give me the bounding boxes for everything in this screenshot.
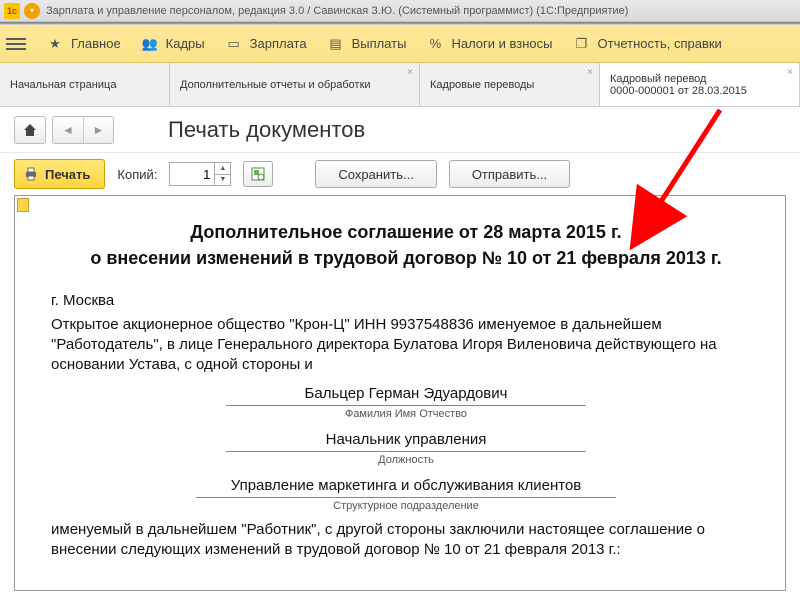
close-icon[interactable]: × bbox=[407, 67, 413, 78]
doc-position: Начальник управления bbox=[51, 430, 761, 450]
doc-position-label: Должность bbox=[226, 451, 586, 468]
doc-department: Управление маркетинга и обслуживания кли… bbox=[51, 476, 761, 496]
menu-kadry[interactable]: 👥Кадры bbox=[141, 36, 205, 52]
doc-fio: Бальцер Герман Эдуардович bbox=[51, 384, 761, 404]
dropdown-icon[interactable]: ▾ bbox=[24, 3, 40, 19]
doc-paragraph-2: именуемый в дальнейшем "Работник", с дру… bbox=[51, 520, 761, 561]
row-marker-icon bbox=[17, 198, 29, 212]
tab-transfers[interactable]: Кадровые переводы× bbox=[420, 63, 600, 106]
copies-label: Копий: bbox=[117, 167, 157, 182]
doc-department-label: Структурное подразделение bbox=[196, 497, 616, 514]
preview-button[interactable] bbox=[243, 161, 273, 187]
doc-title-line1: Дополнительное соглашение от 28 марта 20… bbox=[51, 220, 761, 244]
forward-button[interactable]: ► bbox=[83, 117, 113, 143]
tab-start-page[interactable]: Начальная страница bbox=[0, 63, 170, 106]
people-icon: 👥 bbox=[141, 36, 159, 52]
doc-city: г. Москва bbox=[51, 291, 761, 311]
menu-vyplaty[interactable]: ▤Выплаты bbox=[327, 36, 407, 52]
doc-paragraph-1: Открытое акционерное общество "Крон-Ц" И… bbox=[51, 315, 761, 376]
navigation-toolbar: ◄ ► Печать документов bbox=[0, 107, 800, 153]
menu-main[interactable]: ★Главное bbox=[46, 36, 121, 52]
close-icon[interactable]: × bbox=[787, 67, 793, 78]
main-menubar: ★Главное 👥Кадры ▭Зарплата ▤Выплаты %Нало… bbox=[0, 25, 800, 63]
window-title: Зарплата и управление персоналом, редакц… bbox=[46, 5, 628, 17]
report-icon: ❐ bbox=[573, 36, 591, 52]
print-toolbar: Печать Копий: ▲▼ Сохранить... Отправить.… bbox=[0, 153, 800, 195]
save-button[interactable]: Сохранить... bbox=[315, 160, 436, 188]
send-button[interactable]: Отправить... bbox=[449, 160, 570, 188]
hamburger-icon[interactable] bbox=[6, 38, 26, 50]
percent-icon: % bbox=[426, 36, 444, 52]
home-button[interactable] bbox=[14, 116, 46, 144]
tab-reports[interactable]: Дополнительные отчеты и обработки× bbox=[170, 63, 420, 106]
tabbar: Начальная страница Дополнительные отчеты… bbox=[0, 63, 800, 107]
star-icon: ★ bbox=[46, 36, 64, 52]
menu-nalogi[interactable]: %Налоги и взносы bbox=[426, 36, 552, 52]
close-icon[interactable]: × bbox=[587, 67, 593, 78]
printer-icon bbox=[23, 166, 39, 182]
window-titlebar: 1c ▾ Зарплата и управление персоналом, р… bbox=[0, 0, 800, 22]
nav-back-forward: ◄ ► bbox=[52, 116, 114, 144]
copies-input[interactable] bbox=[169, 162, 215, 186]
page-title: Печать документов bbox=[168, 117, 365, 143]
wallet-icon: ▭ bbox=[225, 36, 243, 52]
spinner-arrows[interactable]: ▲▼ bbox=[215, 162, 231, 186]
tab-transfer-doc[interactable]: Кадровый перевод0000-000001 от 28.03.201… bbox=[600, 63, 800, 106]
print-button[interactable]: Печать bbox=[14, 159, 105, 189]
app-logo-icon: 1c bbox=[4, 3, 20, 19]
document-preview[interactable]: Дополнительное соглашение от 28 марта 20… bbox=[14, 195, 786, 591]
copies-spinner[interactable]: ▲▼ bbox=[169, 162, 231, 186]
menu-otchet[interactable]: ❐Отчетность, справки bbox=[573, 36, 722, 52]
doc-fio-label: Фамилия Имя Отчество bbox=[226, 405, 586, 422]
payments-icon: ▤ bbox=[327, 36, 345, 52]
back-button[interactable]: ◄ bbox=[53, 117, 83, 143]
doc-title-line2: о внесении изменений в трудовой договор … bbox=[51, 246, 761, 270]
menu-zarplata[interactable]: ▭Зарплата bbox=[225, 36, 307, 52]
